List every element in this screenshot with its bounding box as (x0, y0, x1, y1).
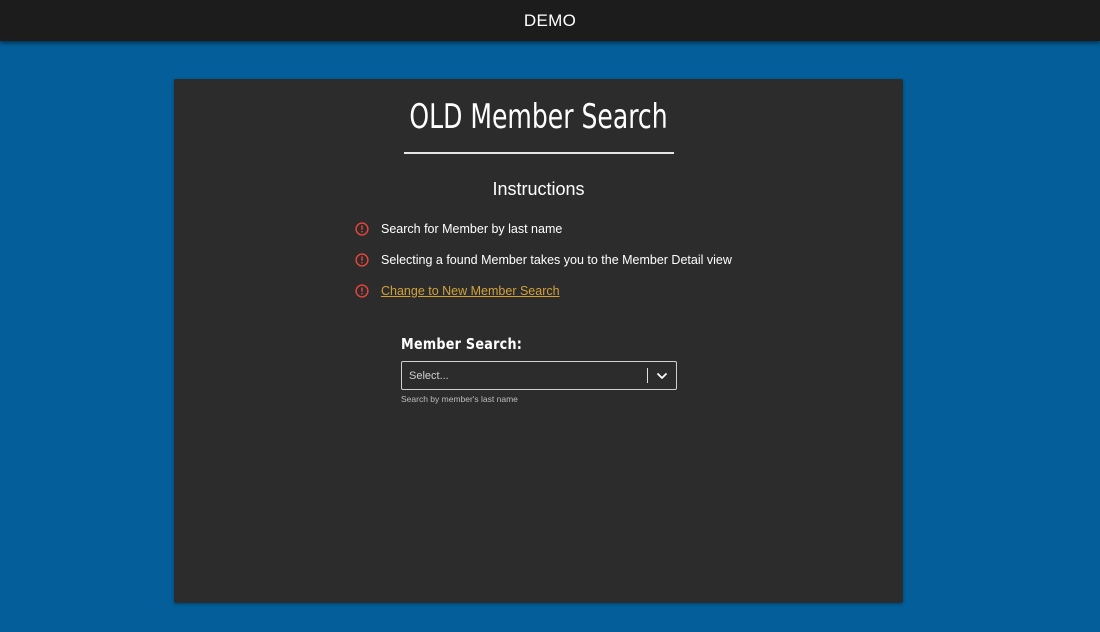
member-search-label: Member Search: (401, 335, 523, 353)
dropdown-toggle[interactable] (648, 362, 676, 389)
member-search-select[interactable]: Select... (401, 361, 677, 390)
alert-circle-icon (355, 221, 369, 236)
alert-circle-icon (355, 252, 369, 267)
instruction-text: Selecting a found Member takes you to th… (381, 252, 732, 267)
instructions-heading: Instructions (492, 179, 585, 199)
instruction-item: Search for Member by last name (355, 213, 732, 244)
app-title: DEMO (523, 10, 577, 30)
member-search-help: Search by member's last name (401, 394, 518, 404)
alert-circle-icon (355, 283, 369, 298)
title-divider (404, 152, 674, 154)
instruction-item: Selecting a found Member takes you to th… (355, 244, 732, 275)
search-card: OLD Member Search Instructions Search fo… (174, 79, 903, 603)
instruction-text: Search for Member by last name (381, 221, 563, 236)
new-member-search-link[interactable]: Change to New Member Search (381, 284, 560, 298)
chevron-down-icon (657, 372, 667, 379)
instructions-list: Search for Member by last name Selecting… (355, 213, 732, 306)
page-title: OLD Member Search (409, 97, 668, 137)
top-app-bar: DEMO (0, 0, 1100, 41)
instruction-item: Change to New Member Search (355, 275, 732, 306)
select-placeholder: Select... (409, 369, 449, 382)
